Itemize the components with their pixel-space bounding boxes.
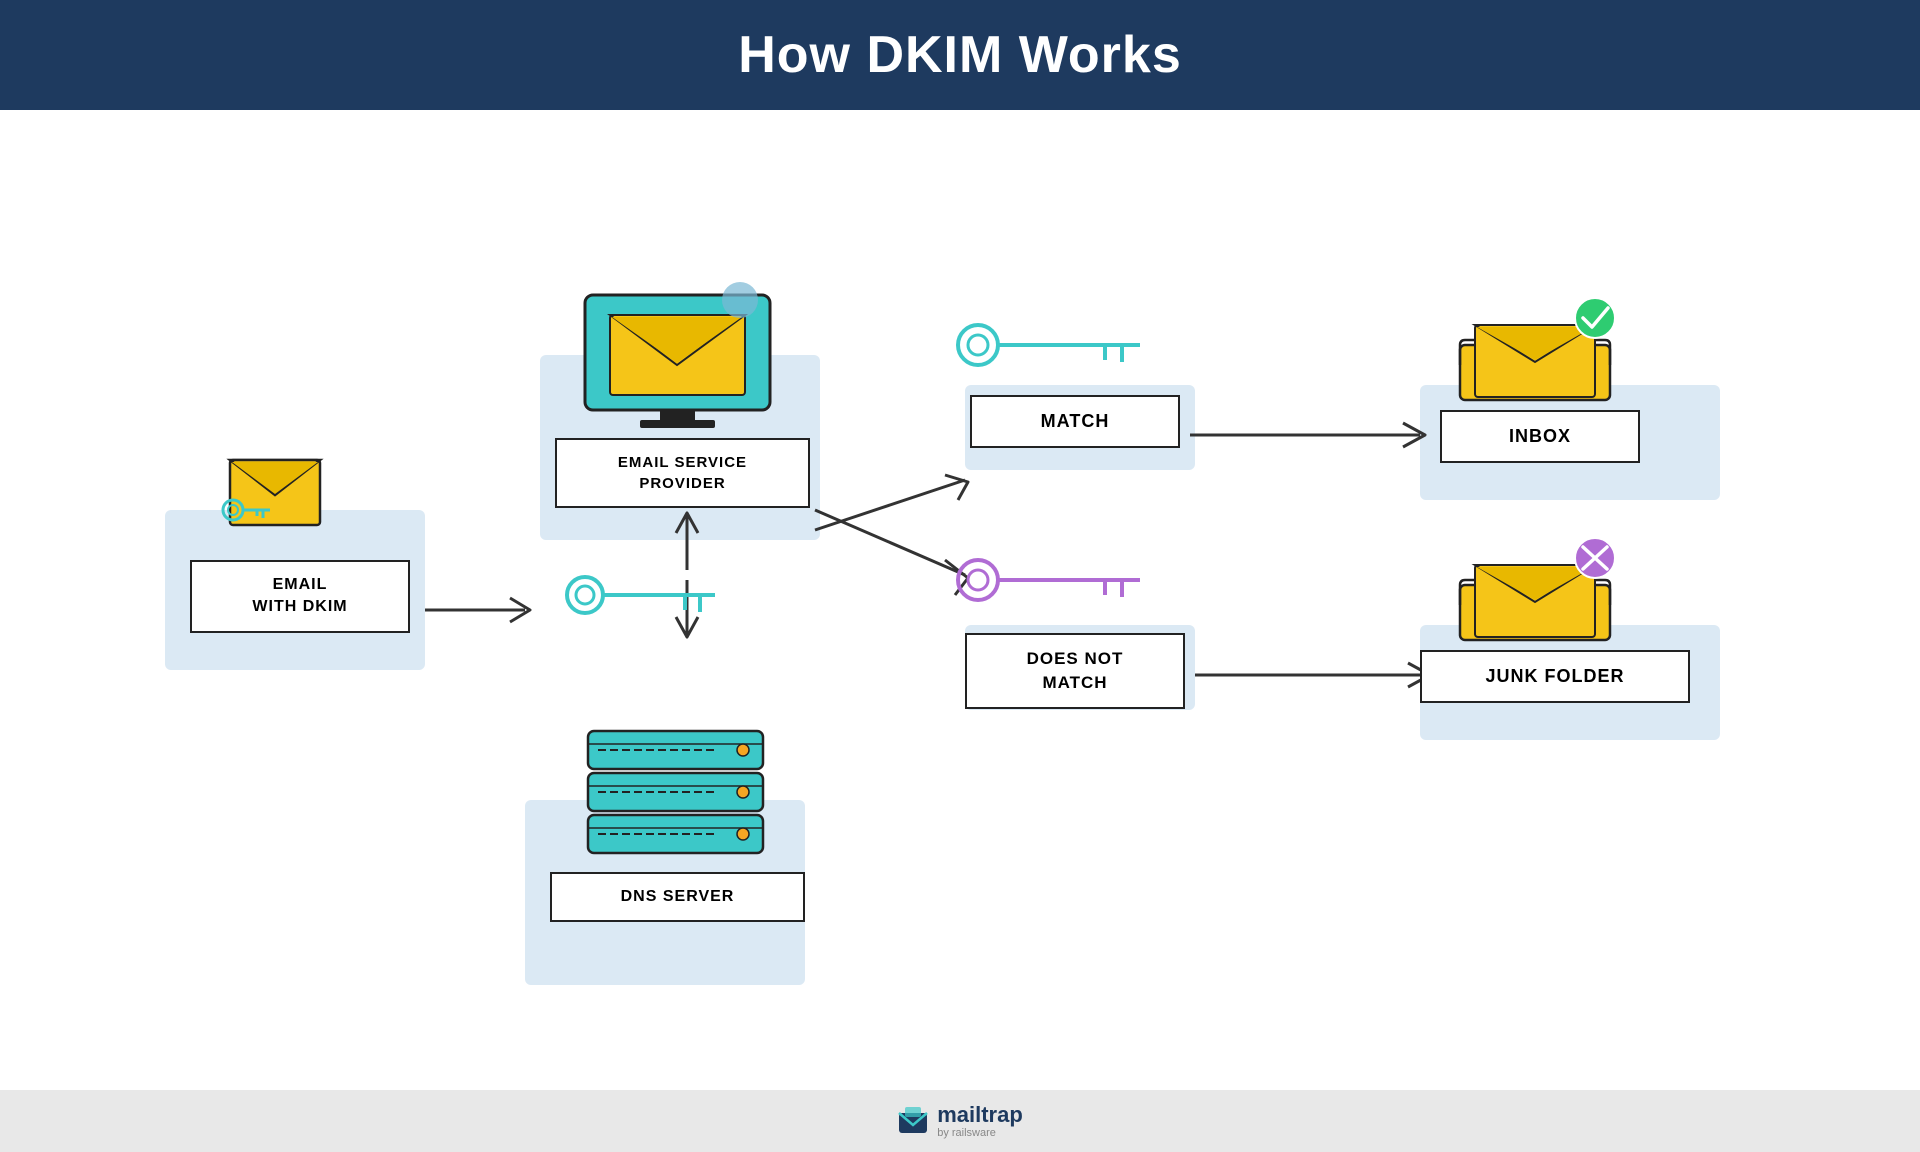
esp-label: EMAIL SERVICEPROVIDER: [555, 438, 810, 508]
inbox-label: INBOX: [1440, 410, 1640, 463]
email-dkim-label: EMAILWITH DKIM: [190, 560, 410, 633]
mailtrap-logo-icon: [897, 1105, 929, 1137]
mailtrap-brand-name: mailtrap: [937, 1103, 1023, 1127]
nomatch-label: DOES NOTMATCH: [965, 633, 1185, 709]
arrow-match-to-inbox: [1185, 415, 1455, 460]
header: How DKIM Works: [0, 0, 1920, 110]
footer: mailtrap by railsware: [0, 1090, 1920, 1152]
main-content: EMAILWITH DKIM: [0, 110, 1920, 1090]
match-label: MATCH: [970, 395, 1180, 448]
dns-label: DNS SERVER: [550, 872, 805, 922]
middle-key-icon: [560, 560, 740, 635]
arrow-email-to-esp: [420, 590, 550, 635]
page-title: How DKIM Works: [738, 25, 1182, 85]
nomatch-key-icon: [950, 545, 1170, 620]
inbox-icon: [1420, 290, 1650, 415]
diagram: EMAILWITH DKIM: [110, 190, 1810, 1010]
email-envelope-icon: [210, 440, 340, 540]
junk-icon: [1420, 530, 1650, 655]
mailtrap-logo: mailtrap by railsware: [897, 1103, 1023, 1139]
dns-server-icon: [558, 710, 798, 870]
junk-label: JUNK FOLDER: [1420, 650, 1690, 703]
esp-monitor-icon: [565, 270, 795, 435]
mailtrap-sub-name: by railsware: [937, 1127, 1023, 1139]
match-key-icon: [950, 310, 1170, 385]
